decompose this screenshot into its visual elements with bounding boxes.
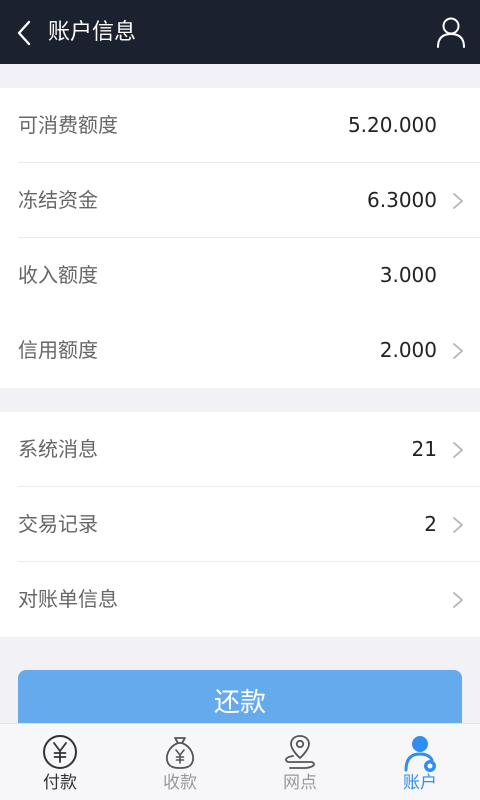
yuan-coin-icon — [43, 735, 77, 769]
row-consumable-limit: 可消费额度 5.20.000 — [0, 88, 480, 163]
row-label: 对账单信息 — [18, 587, 118, 611]
row-label: 信用额度 — [18, 338, 98, 362]
row-value: 3.000 — [379, 263, 437, 287]
user-profile-icon[interactable] — [436, 16, 466, 48]
row-value: 2.000 — [379, 338, 437, 362]
row-label: 收入额度 — [18, 263, 98, 287]
top-nav-bar: 账户信息 — [0, 0, 480, 64]
bottom-tab-bar: 付款 收款 网点 账户 — [0, 723, 480, 800]
chevron-right-icon — [453, 442, 463, 458]
tab-receive[interactable]: 收款 — [120, 724, 240, 800]
tab-label: 网点 — [283, 773, 317, 793]
row-label: 交易记录 — [18, 512, 98, 536]
message-count: 21 — [411, 437, 437, 461]
chevron-right-icon — [453, 517, 463, 533]
location-pin-icon — [285, 735, 315, 769]
tab-label: 账户 — [403, 773, 437, 793]
chevron-right-icon — [453, 193, 463, 209]
chevron-right-icon — [453, 343, 463, 359]
money-bag-icon — [165, 737, 195, 769]
row-label: 冻结资金 — [18, 188, 98, 212]
back-arrow-icon[interactable] — [12, 16, 38, 50]
row-value: 5.20.000 — [347, 113, 437, 137]
account-user-icon — [404, 736, 436, 772]
page-title: 账户信息 — [48, 20, 137, 45]
row-transaction-records[interactable]: 交易记录 2 — [0, 487, 480, 562]
tab-label: 付款 — [43, 773, 77, 793]
tab-account[interactable]: 账户 — [360, 724, 480, 800]
transaction-count: 2 — [424, 512, 437, 536]
row-value: 6.3000 — [367, 188, 437, 212]
tab-outlets[interactable]: 网点 — [240, 724, 360, 800]
balance-section: 可消费额度 5.20.000 冻结资金 6.3000 收入额度 3.000 信用… — [0, 88, 480, 388]
row-label: 系统消息 — [18, 437, 98, 461]
row-label: 可消费额度 — [18, 113, 118, 137]
chevron-right-icon — [453, 592, 463, 608]
records-section: 系统消息 21 交易记录 2 对账单信息 — [0, 412, 480, 637]
row-income-limit: 收入额度 3.000 — [0, 238, 480, 313]
tab-label: 收款 — [163, 773, 197, 793]
row-statement-info[interactable]: 对账单信息 — [0, 562, 480, 637]
row-system-messages[interactable]: 系统消息 21 — [0, 412, 480, 487]
tab-pay[interactable]: 付款 — [0, 724, 120, 800]
row-frozen-funds[interactable]: 冻结资金 6.3000 — [0, 163, 480, 238]
row-credit-limit[interactable]: 信用额度 2.000 — [0, 313, 480, 388]
